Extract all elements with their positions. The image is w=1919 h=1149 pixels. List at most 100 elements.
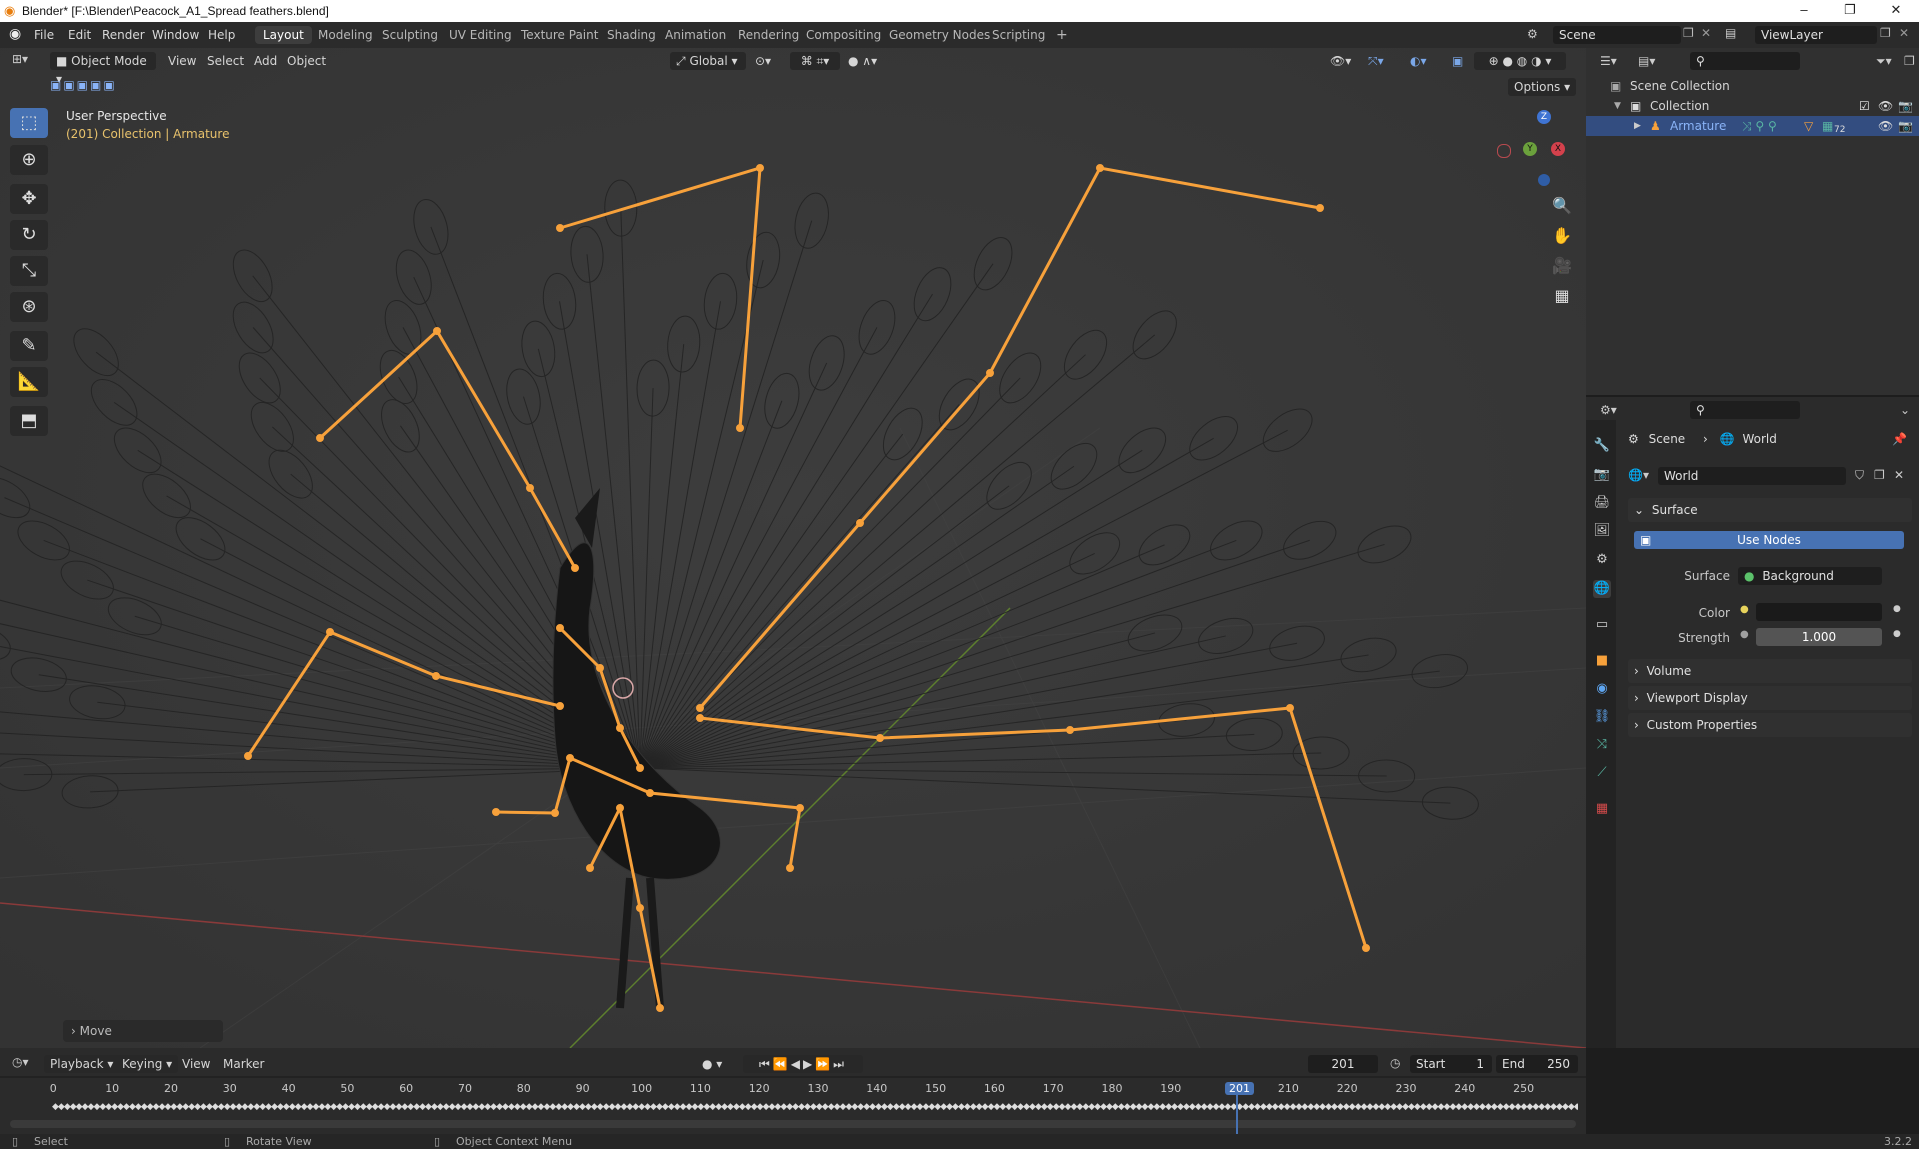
- gizmo-neg-z[interactable]: [1538, 174, 1550, 186]
- world-browse-icon[interactable]: 🌐▾: [1628, 468, 1649, 482]
- measure-tool[interactable]: 📐: [10, 367, 48, 397]
- auto-keying-icon[interactable]: ● ▾: [702, 1055, 722, 1073]
- viewlayer-field[interactable]: ViewLayer: [1755, 26, 1877, 44]
- render-tab-icon[interactable]: 📷: [1593, 466, 1611, 484]
- delete-viewlayer-icon[interactable]: ✕: [1899, 26, 1909, 40]
- operator-redo-panel[interactable]: › Move: [63, 1020, 223, 1042]
- exclude-checkbox[interactable]: ☑: [1859, 96, 1870, 116]
- rotate-tool[interactable]: ↻: [10, 220, 48, 250]
- menu-edit[interactable]: Edit: [68, 28, 91, 42]
- world-name-field[interactable]: World: [1658, 467, 1846, 485]
- world-tab-icon[interactable]: 🌐: [1593, 580, 1611, 598]
- tab-shading[interactable]: Shading: [599, 26, 664, 44]
- tab-animation[interactable]: Animation: [657, 26, 734, 44]
- surface-panel-header[interactable]: ⌄ Surface: [1628, 498, 1912, 522]
- transform-tool[interactable]: ⊛: [10, 292, 48, 322]
- select-mode-icons[interactable]: ▣▣▣▣▣: [50, 78, 140, 94]
- constraints-tab-icon[interactable]: ⛓: [1593, 708, 1611, 726]
- overlay-toggle-icon[interactable]: ◐▾: [1410, 52, 1427, 70]
- mode-selector[interactable]: ■ Object Mode ▾: [50, 52, 156, 86]
- keyframe-dot-icon[interactable]: ●: [1893, 604, 1901, 614]
- scale-tool[interactable]: ⤡: [10, 256, 48, 286]
- texture-tab-icon[interactable]: ▦: [1593, 800, 1611, 818]
- display-mode-icon[interactable]: ▤▾: [1638, 54, 1655, 68]
- filter-icon[interactable]: ⏷▾: [1876, 54, 1892, 69]
- camera-view-icon[interactable]: 🎥: [1548, 252, 1576, 280]
- 3d-viewport[interactable]: [0, 48, 1586, 1048]
- annotate-tool[interactable]: ✎: [10, 331, 48, 361]
- tab-layout[interactable]: Layout: [255, 26, 312, 44]
- new-collection-icon[interactable]: ❐: [1904, 54, 1915, 68]
- ortho-grid-icon[interactable]: ▦: [1548, 282, 1576, 310]
- viewlayer-icon[interactable]: ▤: [1725, 26, 1736, 40]
- editor-type-icon[interactable]: ⊞▾: [12, 52, 28, 66]
- outliner-row-collection[interactable]: ▼ ▣ Collection ☑ 👁 📷: [1586, 96, 1919, 116]
- properties-search-input[interactable]: ⚲: [1690, 401, 1800, 419]
- menu-render[interactable]: Render: [102, 28, 145, 42]
- snap-icon[interactable]: ⌘ ⌗▾: [790, 52, 840, 70]
- blender-menu-icon[interactable]: ◉: [9, 26, 21, 42]
- playhead-line[interactable]: [1236, 1094, 1238, 1134]
- preview-range-icon[interactable]: ◷: [1390, 1056, 1400, 1070]
- current-frame-field[interactable]: 201: [1308, 1055, 1378, 1073]
- playback-menu[interactable]: Playback ▾: [44, 1055, 120, 1073]
- view-layer-tab-icon[interactable]: 🖼: [1593, 522, 1611, 540]
- world-datablock[interactable]: 🌐▾ World ⛉ ❐ ✕: [1628, 467, 1912, 487]
- pan-hand-icon[interactable]: ✋: [1548, 222, 1576, 250]
- camera-icon[interactable]: 📷: [1898, 96, 1913, 116]
- viewport-display-panel-header[interactable]: › Viewport Display: [1628, 686, 1912, 710]
- keyframe-dot-icon[interactable]: ●: [1893, 629, 1901, 639]
- collapse-arrow-icon[interactable]: ▶: [1634, 116, 1641, 136]
- viewport-menu-select[interactable]: Select: [207, 52, 244, 70]
- duplicate-icon[interactable]: ❐: [1874, 468, 1885, 482]
- bone-tab-icon[interactable]: ⟋: [1593, 764, 1611, 782]
- eye-icon[interactable]: 👁: [1878, 96, 1893, 116]
- scene-field[interactable]: Scene: [1553, 26, 1681, 44]
- shading-modes[interactable]: ⊕ ● ◍ ◑ ▾: [1474, 52, 1566, 70]
- playback-controls[interactable]: ⏮⏪◀▶⏩⏭: [743, 1055, 863, 1073]
- end-frame-field[interactable]: End 250: [1496, 1055, 1578, 1073]
- tab-texture-paint[interactable]: Texture Paint: [513, 26, 606, 44]
- armature-data-tab-icon[interactable]: ⤨: [1593, 736, 1611, 754]
- pin-icon[interactable]: 📌: [1892, 432, 1907, 446]
- outliner-editor-icon[interactable]: ☰▾: [1600, 54, 1617, 68]
- xray-icon[interactable]: ▣: [1452, 52, 1463, 70]
- delete-scene-icon[interactable]: ✕: [1701, 26, 1711, 40]
- menu-help[interactable]: Help: [208, 28, 235, 42]
- pivot-icon[interactable]: ⊙▾: [755, 52, 771, 70]
- tab-modeling[interactable]: Modeling: [310, 26, 381, 44]
- tab-scripting[interactable]: Scripting: [984, 26, 1053, 44]
- camera-icon[interactable]: 📷: [1898, 116, 1913, 136]
- new-viewlayer-icon[interactable]: ❐: [1880, 26, 1891, 40]
- timeline-menu-marker[interactable]: Marker: [223, 1055, 264, 1073]
- menu-window[interactable]: Window: [152, 28, 199, 42]
- outliner-row-scene-collection[interactable]: ▣ Scene Collection: [1586, 76, 1919, 96]
- tab-rendering[interactable]: Rendering: [730, 26, 807, 44]
- zoom-icon[interactable]: 🔍: [1548, 192, 1576, 220]
- timeline-scrollbar[interactable]: [10, 1120, 1576, 1128]
- move-tool[interactable]: ✥: [10, 184, 48, 214]
- tab-sculpting[interactable]: Sculpting: [374, 26, 446, 44]
- eye-icon[interactable]: 👁: [1878, 116, 1893, 136]
- gizmo-y-axis[interactable]: Y: [1523, 142, 1537, 156]
- object-tab-icon[interactable]: ■: [1593, 652, 1611, 670]
- output-tab-icon[interactable]: 🖨: [1593, 494, 1611, 512]
- strength-field[interactable]: 1.000: [1756, 628, 1882, 646]
- scene-icon[interactable]: ⚙: [1527, 27, 1538, 41]
- keying-menu[interactable]: Keying ▾: [116, 1055, 179, 1073]
- tool-tab-icon[interactable]: 🔧: [1593, 437, 1611, 455]
- physics-tab-icon[interactable]: ◉: [1593, 680, 1611, 698]
- use-nodes-button[interactable]: ▣ Use Nodes: [1634, 531, 1904, 549]
- start-frame-field[interactable]: Start 1: [1410, 1055, 1492, 1073]
- scene-tab-icon[interactable]: ⚙: [1593, 551, 1611, 569]
- properties-editor-icon[interactable]: ⚙▾: [1600, 403, 1617, 417]
- maximize-icon[interactable]: ❐: [1827, 2, 1873, 18]
- fake-user-icon[interactable]: ⛉: [1855, 468, 1864, 483]
- color-swatch[interactable]: [1756, 603, 1882, 621]
- collection-tab-icon[interactable]: ▭: [1593, 616, 1611, 634]
- volume-panel-header[interactable]: › Volume: [1628, 659, 1912, 683]
- viewport-menu-view[interactable]: View: [168, 52, 196, 70]
- cursor-tool[interactable]: ⊕: [10, 145, 48, 175]
- timeline-editor-icon[interactable]: ◷▾: [12, 1055, 29, 1069]
- close-icon[interactable]: ✕: [1873, 2, 1919, 18]
